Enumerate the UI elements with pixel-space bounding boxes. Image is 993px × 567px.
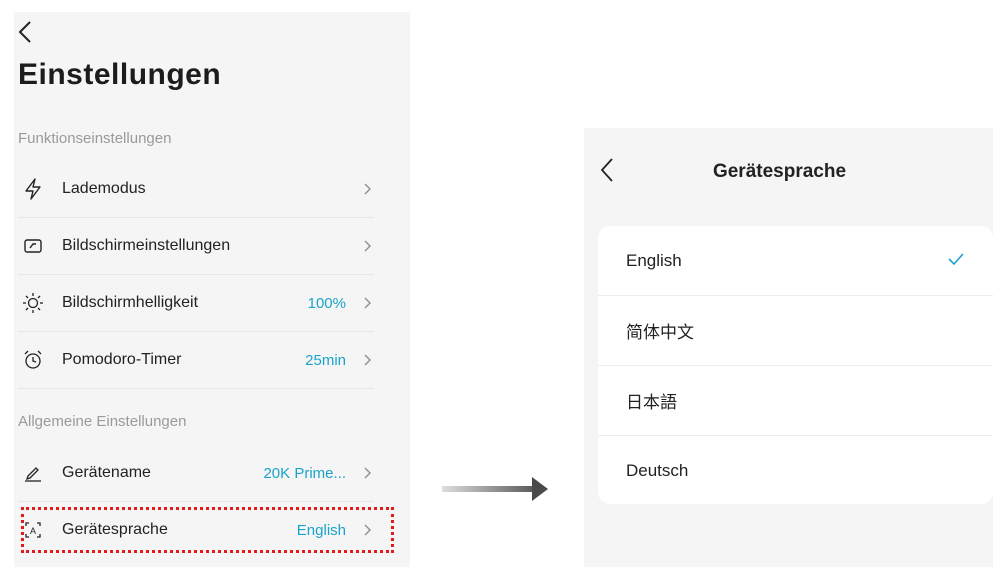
chevron-right-icon xyxy=(364,183,371,195)
section-general: Allgemeine Einstellungen xyxy=(18,413,187,430)
back-icon[interactable] xyxy=(14,18,38,46)
language-option-english[interactable]: English xyxy=(598,226,993,296)
settings-item-label: Bildschirmeinstellungen xyxy=(62,237,231,254)
chevron-right-icon xyxy=(364,467,371,479)
settings-item-charging-mode[interactable]: Lademodus xyxy=(18,161,374,218)
language-panel: Gerätesprache English 简体中文 日本語 Deutsch xyxy=(584,128,993,567)
chevron-right-icon xyxy=(364,240,371,252)
pencil-icon xyxy=(22,462,44,484)
language-label: 日本語 xyxy=(626,393,677,412)
brightness-icon xyxy=(22,292,44,314)
settings-item-screen-settings[interactable]: Bildschirmeinstellungen xyxy=(18,218,374,275)
alarm-clock-icon xyxy=(22,349,44,371)
lightning-icon xyxy=(22,178,44,200)
language-option-simplified-chinese[interactable]: 简体中文 xyxy=(598,296,993,366)
chevron-right-icon xyxy=(364,297,371,309)
highlight-box xyxy=(21,507,394,553)
settings-item-label: Pomodoro-Timer xyxy=(62,351,182,368)
language-label: English xyxy=(626,250,682,270)
settings-item-value: 20K Prime... xyxy=(263,464,346,482)
checkmark-icon xyxy=(948,253,964,266)
settings-item-label: Bildschirmhelligkeit xyxy=(62,294,199,311)
settings-item-value: 100% xyxy=(307,294,346,312)
settings-item-pomodoro-timer[interactable]: Pomodoro-Timer 25min xyxy=(18,332,374,389)
settings-item-screen-brightness[interactable]: Bildschirmhelligkeit 100% xyxy=(18,275,374,332)
page-title: Einstellungen xyxy=(18,58,222,91)
section-functions: Funktionseinstellungen xyxy=(18,130,172,147)
chevron-right-icon xyxy=(364,354,371,366)
language-option-german[interactable]: Deutsch xyxy=(598,436,993,504)
arrow-right-icon xyxy=(442,477,548,501)
settings-item-label: Gerätename xyxy=(62,464,151,481)
language-label: Deutsch xyxy=(626,460,689,480)
language-option-japanese[interactable]: 日本語 xyxy=(598,366,993,436)
settings-item-label: Lademodus xyxy=(62,180,146,197)
settings-item-device-name[interactable]: Gerätename 20K Prime... xyxy=(18,445,374,502)
language-list: English 简体中文 日本語 Deutsch xyxy=(598,226,993,504)
page-title: Gerätesprache xyxy=(712,161,847,182)
language-label: 简体中文 xyxy=(626,323,694,342)
settings-item-value: 25min xyxy=(305,351,346,369)
screen-icon xyxy=(22,235,44,257)
